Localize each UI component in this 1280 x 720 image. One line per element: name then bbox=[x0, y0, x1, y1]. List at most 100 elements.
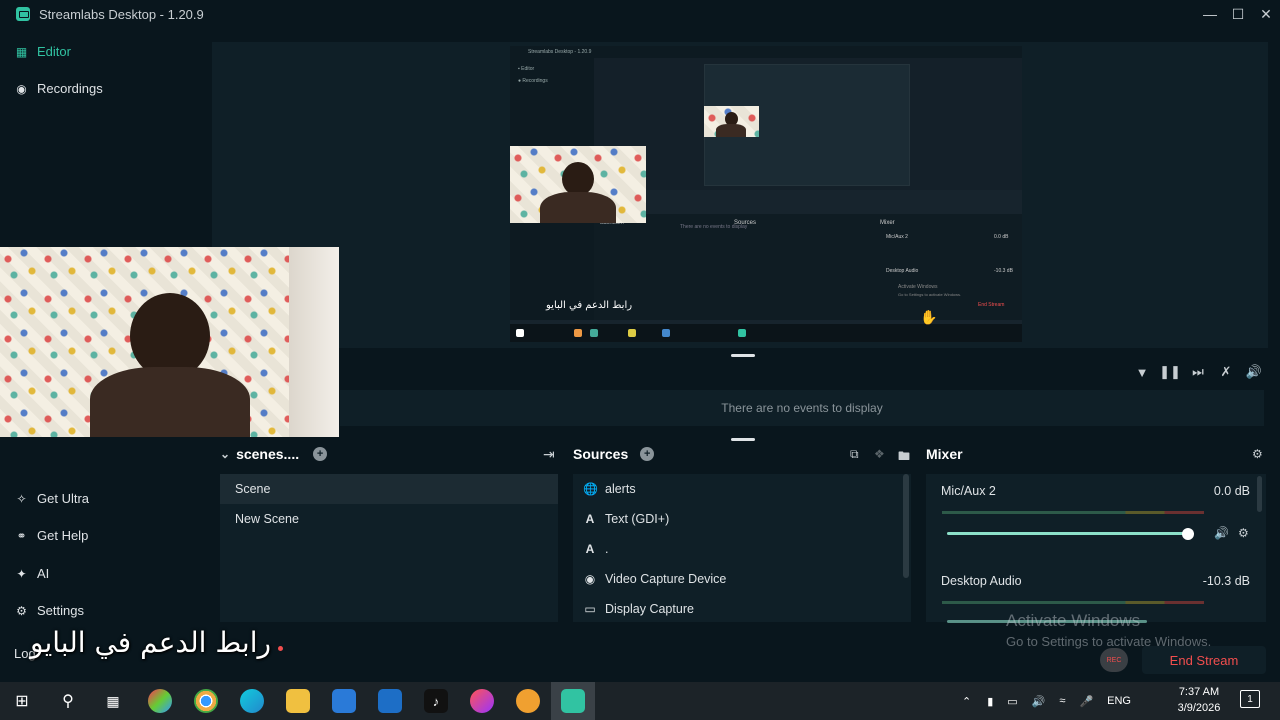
nav-get-help[interactable]: ⚭ Get Help bbox=[14, 528, 88, 543]
scenes-list: Scene New Scene bbox=[220, 474, 558, 622]
mini-app-icon bbox=[662, 329, 670, 337]
scene-item[interactable]: Scene bbox=[220, 474, 558, 504]
outlook-icon[interactable] bbox=[378, 689, 402, 713]
nav-get-ultra[interactable]: ✧ Get Ultra bbox=[14, 491, 89, 506]
gear-icon[interactable]: ⚙ bbox=[1252, 447, 1263, 461]
mini-activate-sub: Go to Settings to activate Windows. bbox=[898, 292, 962, 297]
globe-icon: 🌐 bbox=[583, 482, 598, 496]
maximize-button[interactable]: ☐ bbox=[1224, 0, 1252, 28]
webcam-overlay bbox=[0, 247, 339, 437]
volume-slider[interactable] bbox=[947, 532, 1188, 535]
wifi-icon[interactable]: ≈ bbox=[1059, 695, 1065, 707]
store-icon[interactable] bbox=[332, 689, 356, 713]
resize-handle[interactable] bbox=[731, 354, 755, 357]
chevron-up-icon[interactable]: ⌃ bbox=[962, 695, 971, 708]
source-item[interactable]: A . bbox=[573, 534, 911, 564]
pause-icon[interactable]: ❚❚ bbox=[1156, 362, 1184, 382]
volume-icon[interactable]: 🔊 bbox=[1240, 362, 1268, 382]
play-circle-icon: ◉ bbox=[16, 81, 27, 96]
language-indicator[interactable]: ENG bbox=[1107, 695, 1131, 707]
skip-icon[interactable]: ⏭ bbox=[1184, 362, 1212, 382]
edge-icon[interactable] bbox=[240, 689, 264, 713]
mini-app-icon bbox=[628, 329, 636, 337]
mixer-source-db: 0.0 dB bbox=[1213, 484, 1250, 498]
speaker-icon[interactable]: 🔊 bbox=[1214, 526, 1229, 540]
mini-app-icon bbox=[574, 329, 582, 337]
app-icon[interactable] bbox=[516, 689, 540, 713]
source-item[interactable]: ◉ Video Capture Device bbox=[573, 564, 911, 594]
nav-get-ultra-label: Get Ultra bbox=[37, 491, 90, 506]
chrome-icon[interactable] bbox=[194, 689, 218, 713]
mini-app-icon bbox=[738, 329, 746, 337]
add-scene-button[interactable]: + bbox=[313, 447, 328, 461]
chevron-down-icon[interactable]: ⌄ bbox=[220, 447, 230, 461]
app-icon[interactable] bbox=[470, 689, 494, 713]
nav-settings[interactable]: ⚙ Settings bbox=[14, 603, 84, 618]
mini-taskbar bbox=[510, 324, 1022, 342]
nav-settings-label: Settings bbox=[37, 603, 84, 618]
source-item[interactable]: ▭ Display Capture bbox=[573, 594, 911, 624]
mixer-scrollbar[interactable] bbox=[1257, 476, 1262, 512]
mini-mixer-title: Mixer bbox=[880, 220, 895, 226]
mini-mixer-name: Mic/Aux 2 bbox=[886, 234, 908, 240]
task-view-icon[interactable]: ▦ bbox=[101, 689, 125, 713]
scene-transition-icon[interactable]: ⇥ bbox=[543, 446, 555, 463]
volume-icon[interactable]: 🔊 bbox=[1032, 695, 1046, 708]
preview-canvas: Streamlabs Desktop - 1.20.9 ▪ Editor ● R… bbox=[510, 46, 1022, 342]
mute-alerts-icon[interactable]: ✗ bbox=[1212, 362, 1240, 382]
mini-mixer-db: -10.3 dB bbox=[994, 268, 1013, 274]
mixer-list: Mic/Aux 2 0.0 dB 🔊 ⚙ Desktop Audio -10.3… bbox=[926, 474, 1266, 623]
source-item-label: Display Capture bbox=[605, 602, 694, 616]
notification-icon[interactable]: 1 bbox=[1240, 690, 1260, 708]
tiktok-icon[interactable]: ♪ bbox=[424, 689, 448, 713]
add-source-button[interactable]: + bbox=[640, 447, 655, 461]
events-toolbar: ▼ ❚❚ ⏭ ✗ 🔊 bbox=[340, 358, 1280, 386]
preview-overlay-text: رابط الدعم في البايو bbox=[546, 300, 633, 311]
nav-editor[interactable]: ▦ Editor bbox=[14, 44, 71, 59]
microphone-icon[interactable]: 🎤 bbox=[1079, 695, 1093, 708]
mini-end-stream: End Stream bbox=[978, 302, 1005, 308]
nav-recordings[interactable]: ◉ Recordings bbox=[14, 81, 103, 96]
scene-item-label: Scene bbox=[235, 482, 271, 496]
nav-ai[interactable]: ✦ AI bbox=[14, 566, 49, 581]
help-icon: ⚭ bbox=[16, 528, 27, 543]
battery-icon[interactable]: ▮ bbox=[987, 695, 993, 708]
mixer-header: Mixer bbox=[926, 446, 963, 462]
title-bar: Streamlabs Desktop - 1.20.9 — ☐ ✕ bbox=[0, 0, 1280, 28]
mini-preview bbox=[594, 58, 1022, 190]
mixer-source-db: -10.3 dB bbox=[1202, 574, 1250, 588]
clock-time: 7:37 AM bbox=[1178, 686, 1220, 698]
resize-handle[interactable] bbox=[731, 438, 755, 441]
minimize-button[interactable]: — bbox=[1196, 0, 1224, 28]
display-icon[interactable]: ▭ bbox=[1007, 695, 1017, 708]
rec-button[interactable]: REC bbox=[1100, 648, 1128, 672]
scene-item[interactable]: New Scene bbox=[220, 504, 558, 534]
gear-icon[interactable]: ⚙ bbox=[1238, 526, 1249, 540]
mixer-source-name: Mic/Aux 2 bbox=[941, 484, 996, 498]
search-icon[interactable]: ⚲ bbox=[56, 689, 80, 713]
scenes-header: ⌄ scenes.... + bbox=[220, 446, 328, 462]
windows-start-icon[interactable]: ⊞ bbox=[10, 689, 34, 713]
clock-date: 3/9/2026 bbox=[1177, 702, 1221, 714]
selective-recording-icon[interactable]: ⧉ bbox=[850, 447, 859, 462]
stream-preview[interactable]: Streamlabs Desktop - 1.20.9 ▪ Editor ● R… bbox=[212, 42, 1268, 348]
sources-grouping-icon[interactable]: ❖ bbox=[874, 447, 885, 461]
sources-scrollbar[interactable] bbox=[903, 474, 909, 578]
filter-icon[interactable]: ▼ bbox=[1128, 362, 1156, 382]
taskbar-clock[interactable]: 7:37 AM 3/9/2026 bbox=[1176, 684, 1222, 716]
sparkle-icon: ✦ bbox=[16, 566, 27, 581]
mini-title: Streamlabs Desktop - 1.20.9 bbox=[510, 46, 1022, 58]
nav-ai-label: AI bbox=[37, 566, 50, 581]
file-explorer-icon[interactable] bbox=[286, 689, 310, 713]
end-stream-button[interactable]: End Stream bbox=[1142, 646, 1266, 674]
source-item[interactable]: 🌐 alerts bbox=[573, 474, 911, 504]
copilot-icon[interactable] bbox=[148, 689, 172, 713]
nav-recordings-label: Recordings bbox=[37, 81, 103, 96]
mini-panels: scenes... Sources Mixer Mic/Aux 2 0.0 dB… bbox=[594, 214, 1022, 320]
folder-icon[interactable]: 🖿 bbox=[898, 447, 910, 468]
source-item[interactable]: A Text (GDI+) bbox=[573, 504, 911, 534]
streamlabs-taskbar-icon[interactable] bbox=[561, 689, 585, 713]
nav-get-help-label: Get Help bbox=[37, 528, 89, 543]
volume-slider-knob[interactable] bbox=[1182, 528, 1194, 540]
close-button[interactable]: ✕ bbox=[1252, 0, 1280, 28]
